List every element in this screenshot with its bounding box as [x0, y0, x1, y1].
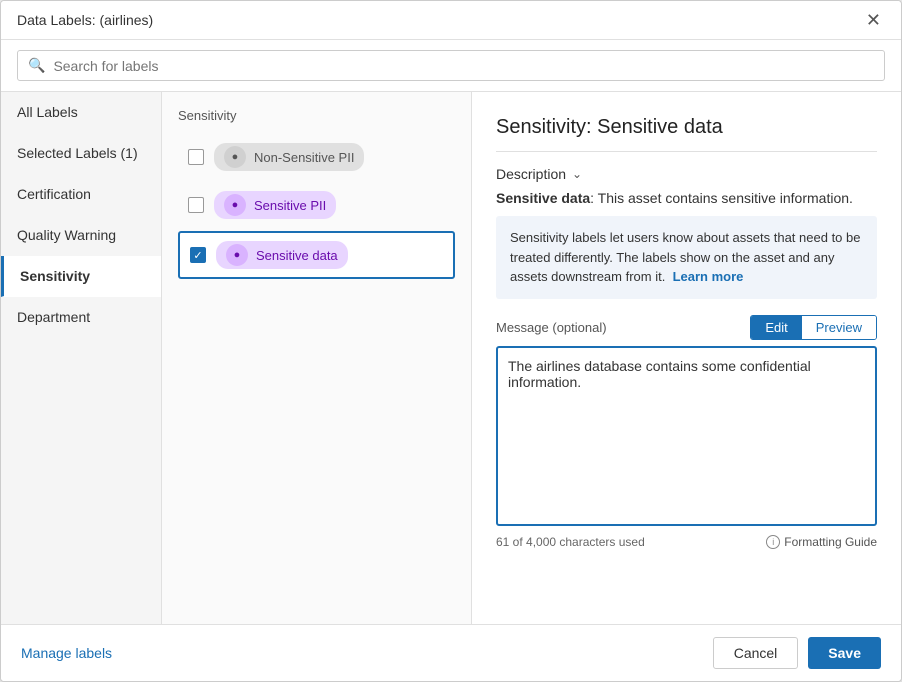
middle-panel-title: Sensitivity — [178, 108, 455, 123]
divider — [496, 151, 877, 152]
search-input[interactable] — [53, 58, 874, 74]
close-button[interactable]: ✕ — [862, 11, 885, 29]
info-box: Sensitivity labels let users know about … — [496, 216, 877, 299]
tab-edit[interactable]: Edit — [751, 316, 801, 339]
label-icon-sensitive-pii: ● — [224, 194, 246, 216]
description-row: Description ⌄ — [496, 166, 877, 182]
search-icon: 🔍 — [28, 57, 45, 74]
tab-group: Edit Preview — [750, 315, 877, 340]
right-panel-title: Sensitivity: Sensitive data — [496, 116, 877, 139]
search-bar: 🔍 — [1, 40, 901, 92]
learn-more-link[interactable]: Learn more — [673, 269, 744, 284]
label-icon-sensitive-data: ● — [226, 244, 248, 266]
sidebar: All Labels Selected Labels (1) Certifica… — [1, 92, 162, 624]
sidebar-item-department[interactable]: Department — [1, 297, 161, 338]
label-tag-non-sensitive-pii: ● Non-Sensitive PII — [214, 143, 364, 171]
sidebar-item-certification[interactable]: Certification — [1, 174, 161, 215]
label-item-sensitive-data[interactable]: ● Sensitive data — [178, 231, 455, 279]
label-item-sensitive-pii[interactable]: ● Sensitive PII — [178, 183, 455, 227]
label-tag-sensitive-data: ● Sensitive data — [216, 241, 348, 269]
chevron-down-icon[interactable]: ⌄ — [572, 167, 582, 181]
content-area: All Labels Selected Labels (1) Certifica… — [1, 92, 901, 624]
description-text: Sensitive data: This asset contains sens… — [496, 190, 877, 206]
sidebar-item-all-labels[interactable]: All Labels — [1, 92, 161, 133]
formatting-guide-link[interactable]: i Formatting Guide — [766, 535, 877, 549]
char-count: 61 of 4,000 characters used — [496, 535, 645, 549]
cancel-button[interactable]: Cancel — [713, 637, 799, 669]
middle-panel: Sensitivity ● Non-Sensitive PII ● Sensit… — [162, 92, 472, 624]
message-header: Message (optional) Edit Preview — [496, 315, 877, 340]
checkbox-sensitive-data[interactable] — [190, 247, 206, 263]
modal-footer: Manage labels Cancel Save — [1, 624, 901, 681]
label-tag-sensitive-pii: ● Sensitive PII — [214, 191, 336, 219]
search-input-wrap: 🔍 — [17, 50, 885, 81]
sidebar-item-sensitivity[interactable]: Sensitivity — [1, 256, 161, 297]
message-footer: 61 of 4,000 characters used i Formatting… — [496, 535, 877, 549]
save-button[interactable]: Save — [808, 637, 881, 669]
footer-actions: Cancel Save — [713, 637, 881, 669]
info-circle-icon: i — [766, 535, 780, 549]
title-bar: Data Labels: (airlines) ✕ — [1, 1, 901, 40]
description-label: Description — [496, 166, 566, 182]
checkbox-sensitive-pii[interactable] — [188, 197, 204, 213]
modal: Data Labels: (airlines) ✕ 🔍 All Labels S… — [0, 0, 902, 682]
modal-title: Data Labels: (airlines) — [17, 12, 153, 28]
tab-preview[interactable]: Preview — [802, 316, 876, 339]
label-icon-non-sensitive-pii: ● — [224, 146, 246, 168]
message-textarea[interactable]: The airlines database contains some conf… — [496, 346, 877, 526]
message-label: Message (optional) — [496, 320, 607, 335]
checkbox-non-sensitive-pii[interactable] — [188, 149, 204, 165]
manage-labels-link[interactable]: Manage labels — [21, 645, 112, 661]
right-panel: Sensitivity: Sensitive data Description … — [472, 92, 901, 624]
sidebar-item-selected-labels[interactable]: Selected Labels (1) — [1, 133, 161, 174]
sidebar-item-quality-warning[interactable]: Quality Warning — [1, 215, 161, 256]
label-item-non-sensitive-pii[interactable]: ● Non-Sensitive PII — [178, 135, 455, 179]
